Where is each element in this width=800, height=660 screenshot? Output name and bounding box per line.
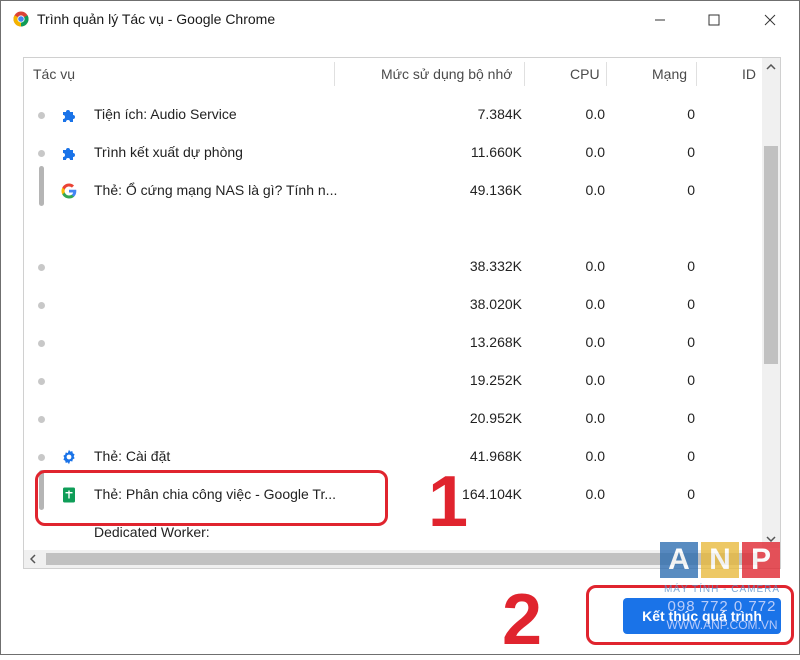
minimize-button[interactable]: [637, 1, 683, 39]
logo-letter-n: N: [701, 542, 739, 578]
task-cpu: 0.0: [585, 372, 605, 388]
scroll-left-icon[interactable]: [24, 550, 42, 568]
task-row[interactable]: Tiện ích: Audio Service 7.384K 0.0 0: [24, 96, 760, 134]
watermark-subtitle: MÁY TÍNH - CAMERA: [663, 584, 781, 595]
task-network: 0: [687, 334, 695, 350]
column-header-id[interactable]: ID: [742, 58, 756, 90]
column-header-task[interactable]: Tác vụ: [33, 58, 75, 90]
task-memory: 11.660K: [470, 144, 522, 160]
column-divider[interactable]: [606, 62, 607, 86]
title-bar[interactable]: Trình quản lý Tác vụ - Google Chrome: [1, 1, 799, 39]
anp-watermark: A N P MÁY TÍNH - CAMERA 098 772 0 772 WW…: [660, 542, 784, 638]
row-bullet: [38, 264, 45, 271]
column-divider[interactable]: [524, 62, 525, 86]
annotation-number-1: 1: [428, 462, 469, 542]
task-name: Tiện ích: Audio Service: [94, 106, 237, 122]
window-title: Trình quản lý Tác vụ - Google Chrome: [37, 11, 276, 27]
maximize-icon: [708, 14, 720, 26]
task-row[interactable]: 38.020K 0.0 0: [24, 286, 760, 324]
task-memory: 7.384K: [477, 106, 522, 122]
chrome-icon: [13, 11, 29, 27]
row-bullet: [38, 150, 45, 157]
column-divider[interactable]: [696, 62, 697, 86]
task-network: 0: [687, 296, 695, 312]
vertical-scrollbar[interactable]: [762, 58, 780, 548]
maximize-button[interactable]: [691, 1, 737, 39]
task-row[interactable]: Trình kết xuất dự phòng 11.660K 0.0 0: [24, 134, 760, 172]
row-bullet: [38, 340, 45, 347]
puzzle-icon: [63, 110, 75, 122]
table-header: Tác vụ Mức sử dụng bộ nhớ CPU Mạng ID: [24, 58, 760, 90]
task-cpu: 0.0: [585, 334, 605, 350]
task-row[interactable]: 38.332K 0.0 0: [24, 248, 760, 286]
column-header-memory[interactable]: Mức sử dụng bộ nhớ: [381, 58, 512, 90]
task-memory: 20.952K: [469, 410, 522, 426]
column-divider[interactable]: [334, 62, 335, 86]
task-cpu: 0.0: [585, 486, 605, 502]
google-g-icon: [61, 183, 77, 199]
row-bullet: [38, 302, 45, 309]
scroll-up-icon[interactable]: [762, 58, 780, 76]
task-network: 0: [687, 410, 695, 426]
column-header-network[interactable]: Mạng: [652, 58, 687, 90]
task-name: Thẻ: Ổ cứng mạng NAS là gì? Tính n...: [94, 182, 338, 198]
task-network: 0: [687, 144, 695, 160]
task-name: Trình kết xuất dự phòng: [94, 144, 243, 160]
task-cpu: 0.0: [585, 410, 605, 426]
task-memory: 38.332K: [469, 258, 522, 274]
close-button[interactable]: [747, 1, 793, 39]
vertical-scroll-thumb[interactable]: [764, 146, 778, 364]
task-cpu: 0.0: [585, 258, 605, 274]
row-bullet: [38, 112, 45, 119]
task-row[interactable]: 13.268K 0.0 0: [24, 324, 760, 362]
column-header-cpu[interactable]: CPU: [570, 58, 600, 90]
task-name: Dedicated Worker:: [94, 524, 210, 540]
row-bullet: [38, 416, 45, 423]
watermark-url: WWW.ANP.COM.VN: [666, 618, 778, 632]
task-cpu: 0.0: [585, 296, 605, 312]
gear-icon: [63, 449, 75, 465]
task-memory: 49.136K: [469, 182, 522, 198]
annotation-highlight-1: [35, 470, 388, 526]
watermark-phone: 098 772 0 772: [667, 598, 777, 615]
task-memory: 41.968K: [469, 448, 522, 464]
task-row[interactable]: Thẻ: Ổ cứng mạng NAS là gì? Tính n... 49…: [24, 166, 760, 210]
task-network: 0: [687, 106, 695, 122]
task-name: Thẻ: Cài đặt: [94, 448, 171, 464]
annotation-number-2: 2: [502, 580, 543, 660]
task-memory: 38.020K: [469, 296, 522, 312]
logo-letter-a: A: [660, 542, 698, 578]
task-cpu: 0.0: [585, 106, 605, 122]
task-network: 0: [687, 448, 695, 464]
row-bullet: [38, 378, 45, 385]
puzzle-icon: [63, 148, 75, 160]
task-network: 0: [687, 182, 695, 198]
task-memory: 19.252K: [469, 372, 522, 388]
task-network: 0: [687, 486, 695, 502]
task-memory: 13.268K: [469, 334, 522, 350]
logo-letter-p: P: [742, 542, 780, 578]
task-memory: 164.104K: [462, 486, 522, 502]
task-cpu: 0.0: [585, 144, 605, 160]
task-row[interactable]: 20.952K 0.0 0: [24, 400, 760, 438]
task-cpu: 0.0: [585, 448, 605, 464]
minimize-icon: [655, 19, 665, 21]
task-network: 0: [687, 258, 695, 274]
task-row[interactable]: [24, 210, 760, 248]
anp-logo: A N P: [660, 542, 784, 578]
close-icon: [764, 14, 776, 26]
horizontal-scroll-thumb[interactable]: [46, 553, 758, 565]
task-network: 0: [687, 372, 695, 388]
row-bullet: [38, 454, 45, 461]
task-row[interactable]: 19.252K 0.0 0: [24, 362, 760, 400]
task-cpu: 0.0: [585, 182, 605, 198]
